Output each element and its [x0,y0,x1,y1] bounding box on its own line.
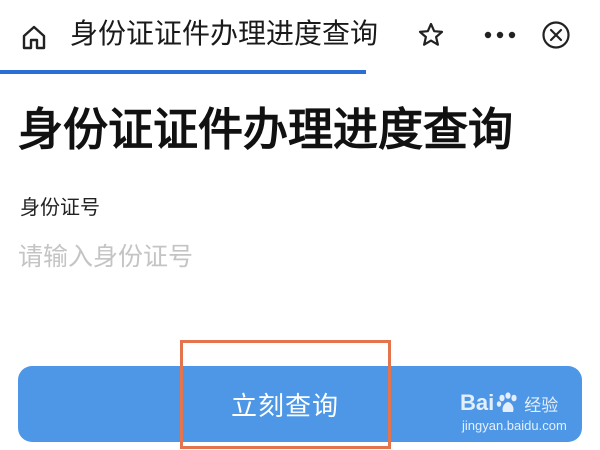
id-number-input[interactable] [18,234,578,278]
home-icon [22,25,46,50]
page-load-progress [0,70,366,74]
home-button[interactable] [14,17,54,57]
query-now-label: 立刻查询 [230,391,339,422]
favorite-button[interactable] [411,15,451,55]
close-icon [542,21,570,49]
top-bar: 身份证证件办理进度查询 [0,0,600,74]
header-title: 身份证证件办理进度查询 [70,17,379,50]
id-number-label: 身份证号 [20,195,100,219]
close-button[interactable] [536,15,576,55]
star-icon [418,22,444,46]
more-button[interactable] [475,15,525,55]
query-now-button[interactable]: 立刻查询 [18,366,582,442]
more-icon [484,31,516,39]
page-title: 身份证证件办理进度查询 [18,103,514,156]
